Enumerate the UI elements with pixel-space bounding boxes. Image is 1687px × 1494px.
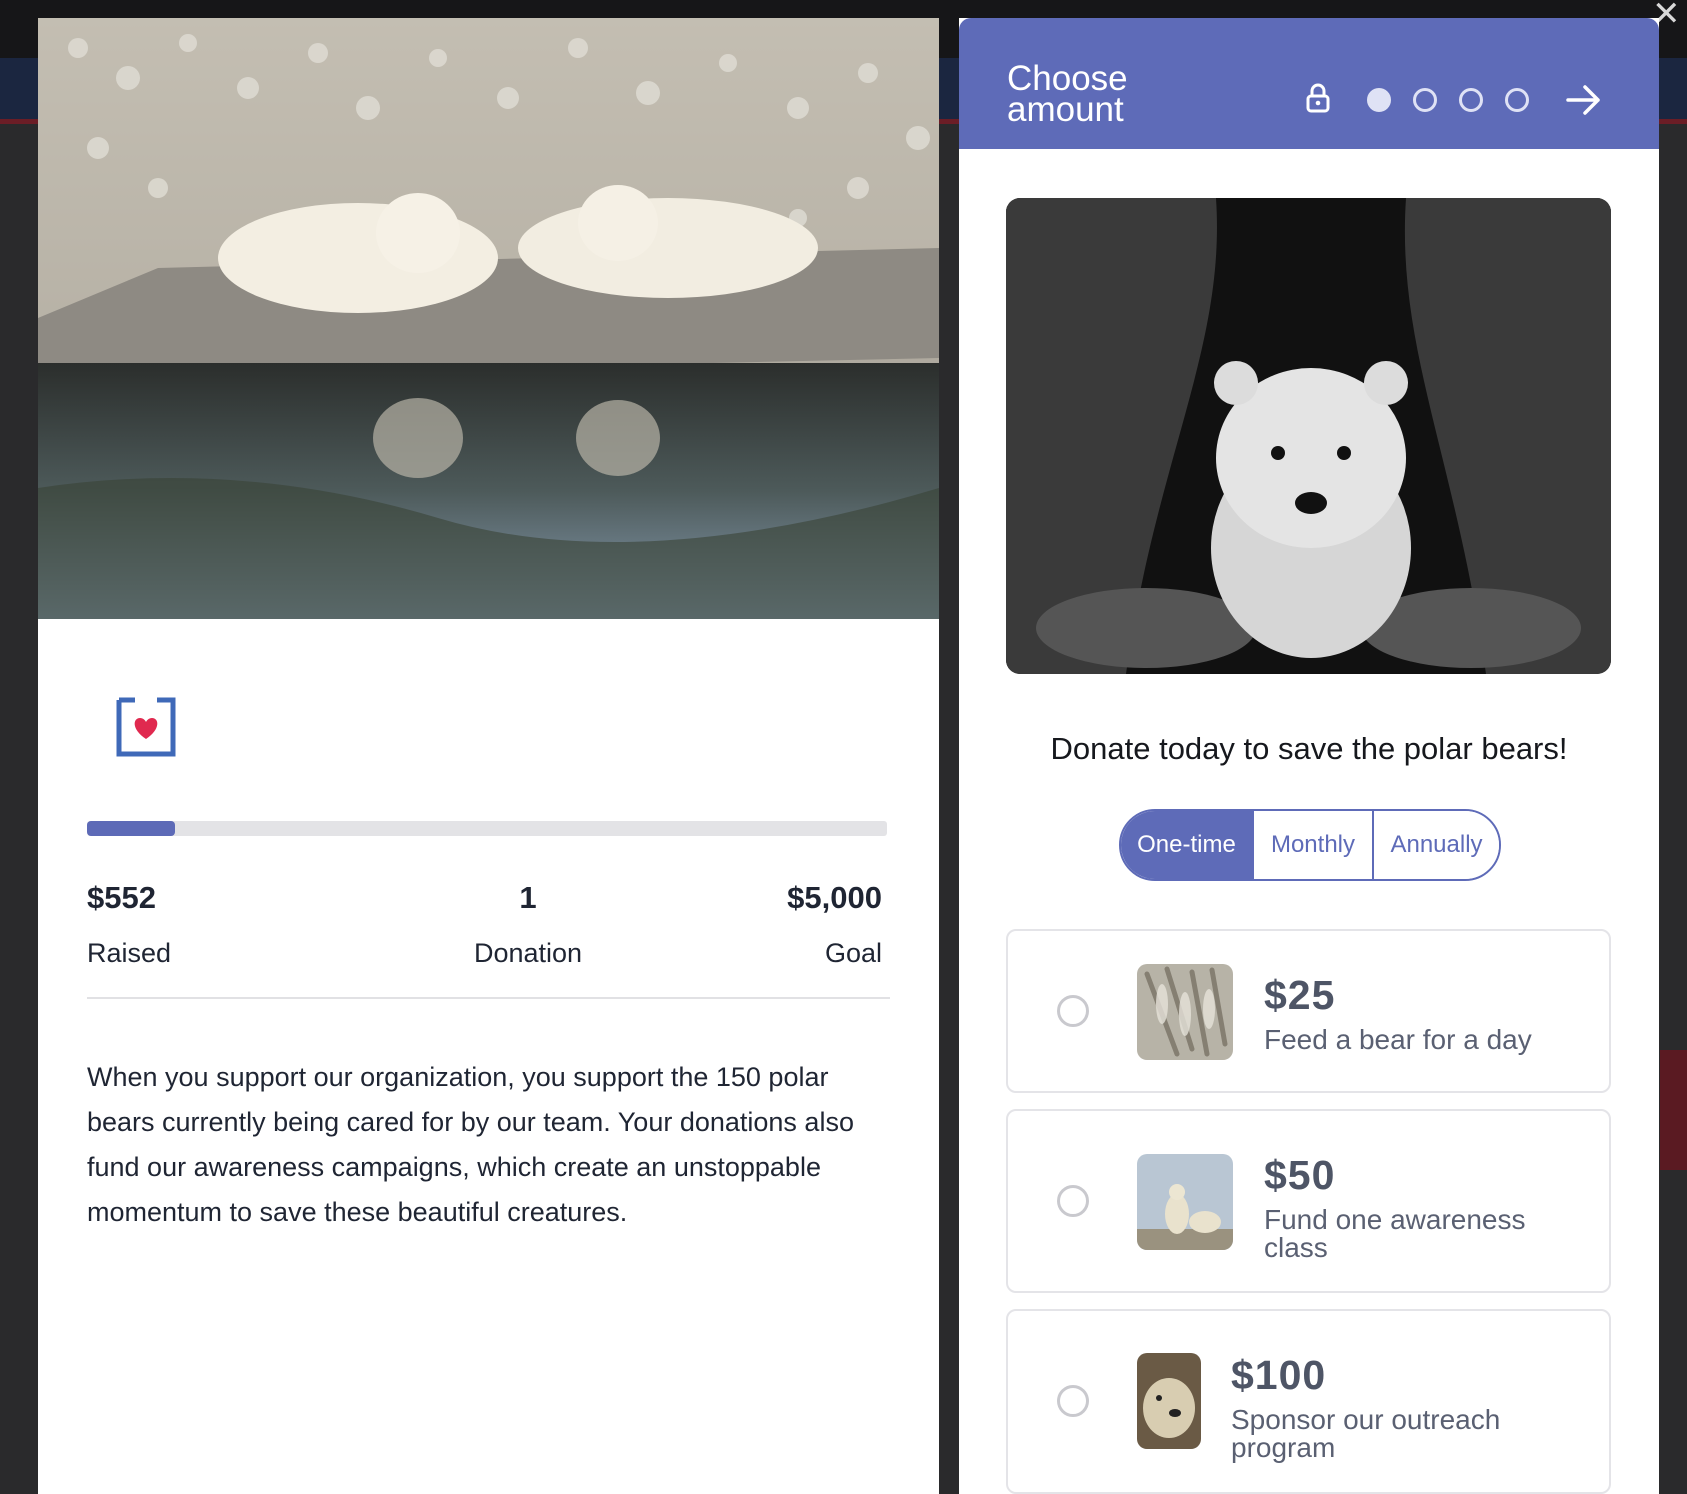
donation-form-panel: Choose amount Donate today to save the p… (959, 18, 1659, 1494)
stats-divider (87, 997, 890, 999)
goal-value: $5,000 (787, 880, 882, 915)
campaign-hero-image (38, 18, 939, 619)
amount-price: $25 (1264, 972, 1336, 1018)
campaign-description: When you support our organization, you s… (87, 1062, 854, 1227)
frequency-monthly[interactable]: Monthly (1254, 811, 1374, 879)
amount-description: Sponsor our outreach program (1231, 1404, 1501, 1463)
step-indicator-1 (1367, 88, 1391, 112)
amount-option-100[interactable]: $100 Sponsor our outreach program (1006, 1309, 1611, 1494)
amount-text: $50 Fund one awareness class (1264, 1152, 1594, 1262)
panel-title: Choose amount (1007, 59, 1128, 129)
bear-portrait-thumbnail (1137, 1353, 1201, 1449)
amount-price: $50 (1264, 1152, 1336, 1198)
amount-radio[interactable] (1057, 995, 1089, 1027)
goal-label: Goal (824, 938, 882, 968)
raised-label: Raised (87, 938, 172, 968)
polar-bears-thumbnail (1137, 1154, 1233, 1250)
step-indicator-2 (1413, 88, 1437, 112)
fundraising-progress-bar (87, 821, 887, 836)
next-arrow-icon[interactable] (1565, 82, 1603, 118)
stat-goal: $5,000 Goal (787, 880, 882, 969)
fish-thumbnail (1137, 964, 1233, 1060)
amount-radio[interactable] (1057, 1185, 1089, 1217)
amount-description: Feed a bear for a day (1264, 1024, 1532, 1055)
amount-price: $100 (1231, 1352, 1327, 1398)
donations-value: 1 (519, 880, 537, 915)
panel-header: Choose amount (959, 18, 1659, 149)
frequency-annually[interactable]: Annually (1374, 811, 1499, 879)
amount-text: $100 Sponsor our outreach program (1231, 1352, 1571, 1462)
donations-label: Donation (473, 938, 583, 968)
donation-tagline: Donate today to save the polar bears! (1050, 731, 1568, 766)
raised-value: $552 (87, 880, 156, 915)
amount-option-50[interactable]: $50 Fund one awareness class (1006, 1109, 1611, 1293)
amount-description: Fund one awareness class (1264, 1204, 1526, 1263)
amount-text: $25 Feed a bear for a day (1264, 972, 1532, 1054)
stat-donations: 1 Donation (418, 880, 638, 969)
step-indicator-4 (1505, 88, 1529, 112)
lock-icon (1304, 82, 1332, 114)
amount-radio[interactable] (1057, 1385, 1089, 1417)
heart-box-icon (113, 694, 179, 760)
frequency-one-time[interactable]: One-time (1121, 811, 1254, 879)
polar-bear-cub-photo (1006, 198, 1611, 674)
campaign-card: $552 Raised 1 Donation $5,000 Goal When … (38, 18, 939, 1494)
stat-raised: $552 Raised (87, 880, 171, 969)
amount-option-25[interactable]: $25 Feed a bear for a day (1006, 929, 1611, 1093)
background-accent-block (1660, 1050, 1687, 1170)
step-indicator-3 (1459, 88, 1483, 112)
progress-fill (87, 821, 175, 836)
frequency-toggle: One-time Monthly Annually (1119, 809, 1501, 881)
